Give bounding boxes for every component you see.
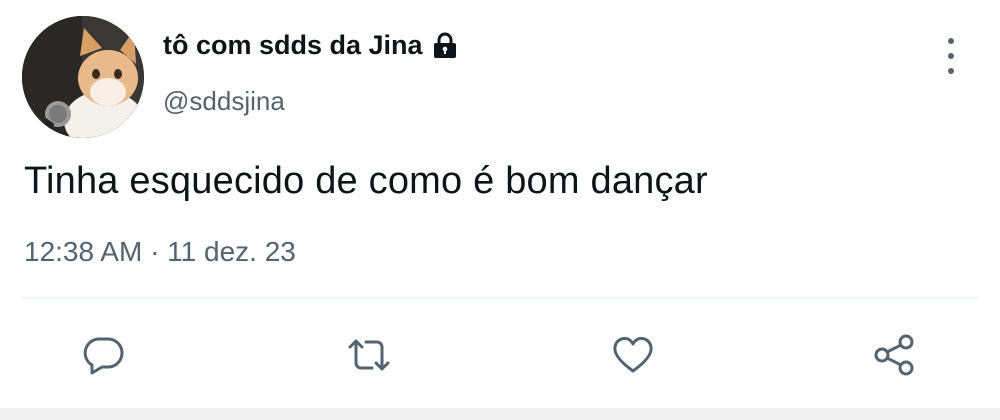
reply-icon[interactable] bbox=[81, 332, 127, 378]
tweet-card: tô com sdds da Jina @sddsjina Tinha esqu… bbox=[0, 0, 1000, 420]
share-icon[interactable] bbox=[872, 332, 918, 378]
display-name-text: tô com sdds da Jina bbox=[163, 30, 423, 60]
more-options-icon[interactable] bbox=[938, 38, 964, 74]
cat-avatar-icon bbox=[22, 16, 144, 138]
heart-icon[interactable] bbox=[610, 332, 656, 378]
display-name[interactable]: tô com sdds da Jina bbox=[163, 30, 459, 61]
avatar[interactable] bbox=[22, 16, 144, 138]
tweet-timestamp[interactable]: 12:38 AM · 11 dez. 23 bbox=[24, 236, 296, 268]
bottom-edge bbox=[0, 408, 1000, 420]
retweet-icon[interactable] bbox=[346, 332, 392, 378]
divider bbox=[22, 297, 978, 299]
lock-icon bbox=[431, 32, 459, 60]
tweet-text: Tinha esquecido de como é bom dançar bbox=[24, 160, 708, 202]
user-handle[interactable]: @sddsjina bbox=[163, 86, 285, 117]
